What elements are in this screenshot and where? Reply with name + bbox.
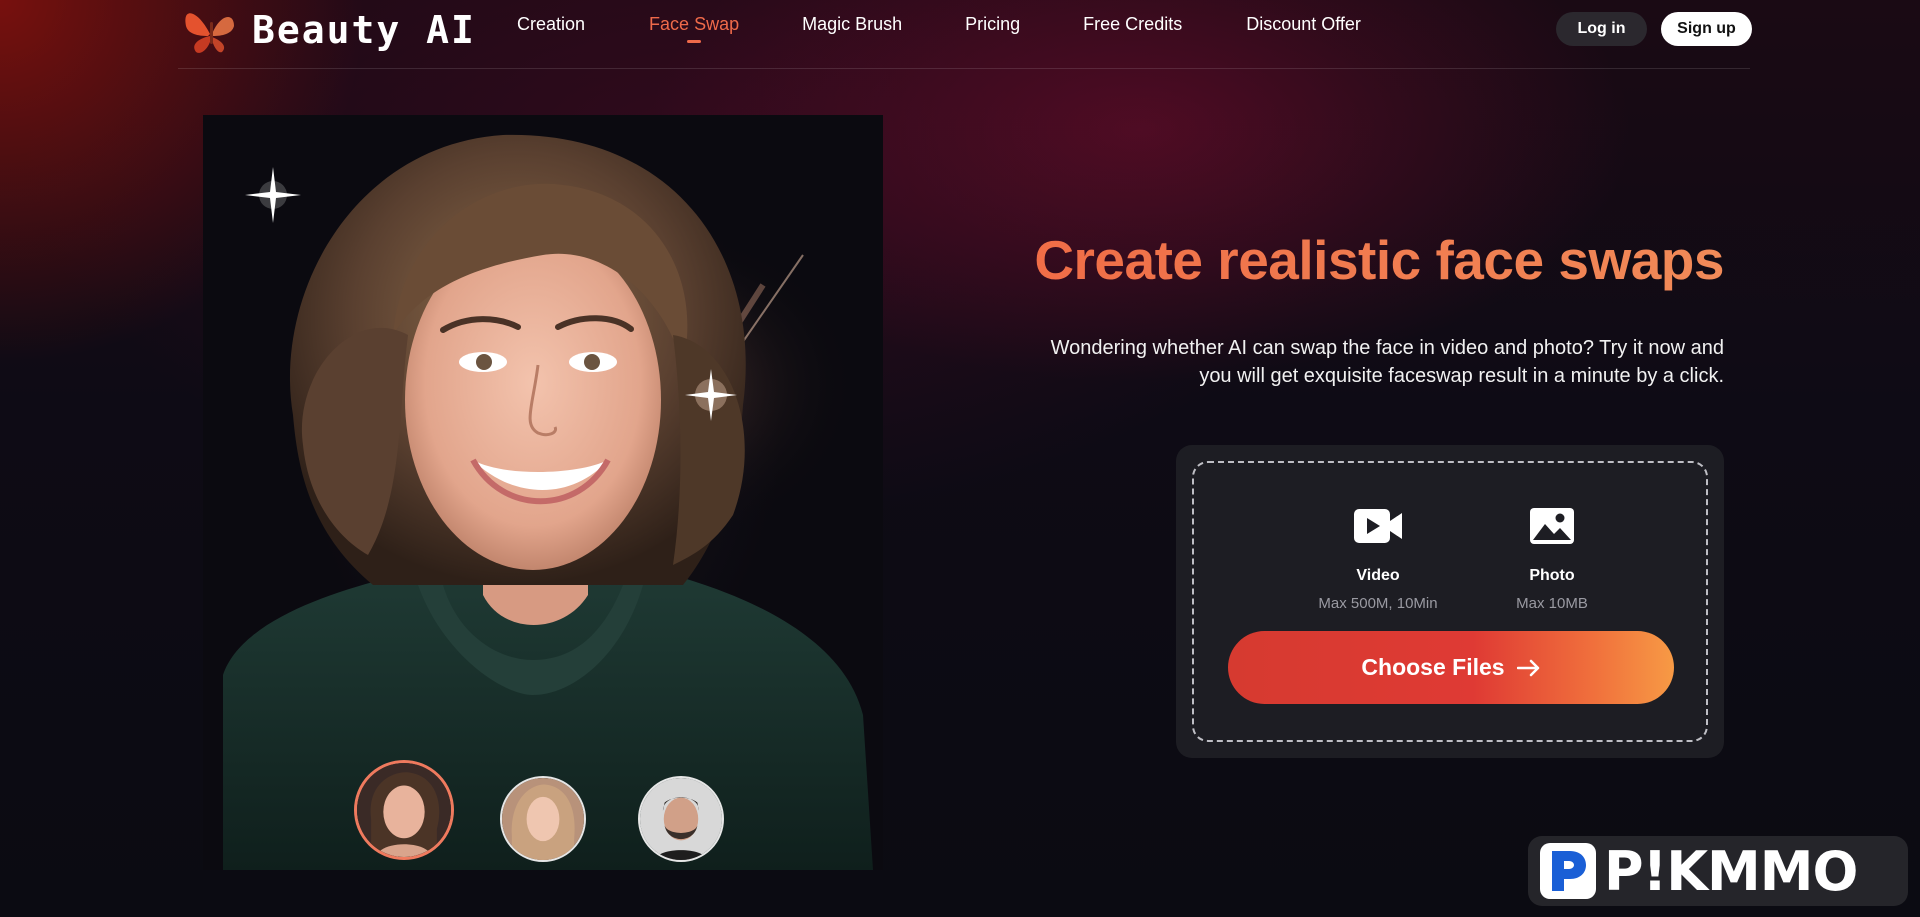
nav-magic-brush[interactable]: Magic Brush [802, 14, 902, 35]
face-avatar-3 [640, 778, 722, 860]
photo-size-limit: Max 10MB [1516, 595, 1588, 612]
face-thumbnail-1[interactable] [354, 760, 454, 860]
photo-option-label: Photo [1529, 567, 1575, 584]
photo-option[interactable]: Photo Max 10MB [1472, 507, 1632, 612]
nav-divider [178, 68, 1750, 69]
nav-face-swap-label: Face Swap [649, 14, 740, 34]
face-thumbnail-2[interactable] [500, 776, 586, 862]
nav-free-credits[interactable]: Free Credits [1083, 14, 1182, 35]
upload-card: Video Max 500M, 10Min Photo Max 10MB Cho… [1176, 445, 1724, 758]
main-menu: Creation Face Swap Magic Brush Pricing F… [517, 14, 1361, 43]
butterfly-logo-icon [185, 13, 234, 53]
hero-description-line-2: you will get exquisite faceswap result i… [1199, 365, 1724, 387]
sparkle-icon [245, 167, 301, 223]
video-size-limit: Max 500M, 10Min [1318, 595, 1438, 612]
top-navigation: Beauty AI Creation Face Swap Magic Brush… [0, 0, 1920, 70]
portrait-illustration [223, 134, 873, 870]
file-dropzone[interactable]: Video Max 500M, 10Min Photo Max 10MB Cho… [1192, 461, 1708, 742]
page-headline: Create realistic face swaps [960, 228, 1724, 292]
signup-button[interactable]: Sign up [1661, 12, 1752, 46]
video-option-label: Video [1356, 567, 1400, 584]
arrow-right-icon [1516, 659, 1539, 676]
p-letter-mark [1552, 851, 1586, 891]
lens-flare-icon [685, 369, 737, 421]
nav-discount-offer[interactable]: Discount Offer [1246, 14, 1361, 35]
choose-files-button[interactable]: Choose Files [1228, 631, 1674, 704]
nav-pricing[interactable]: Pricing [965, 14, 1020, 35]
hero-portrait-image [203, 115, 883, 870]
face-thumbnail-3[interactable] [638, 776, 724, 862]
face-avatar-2 [502, 778, 584, 860]
image-icon [1530, 508, 1574, 544]
nav-creation[interactable]: Creation [517, 14, 585, 35]
face-avatar-1 [357, 763, 451, 857]
p-logo-icon [1540, 843, 1596, 899]
brand-name: Beauty AI [252, 8, 476, 52]
nav-face-swap[interactable]: Face Swap [649, 14, 740, 43]
video-option[interactable]: Video Max 500M, 10Min [1278, 507, 1478, 612]
hero-description: Wondering whether AI can swap the face i… [1020, 334, 1724, 390]
watermark-text: P!KMMO [1604, 839, 1858, 903]
active-indicator [687, 40, 702, 43]
brand-logo[interactable]: Beauty AI [180, 4, 476, 56]
login-button[interactable]: Log in [1556, 12, 1647, 46]
watermark-badge: P!KMMO [1528, 836, 1908, 906]
video-play-icon [1354, 509, 1402, 543]
hero-description-line-1: Wondering whether AI can swap the face i… [1050, 337, 1724, 359]
choose-files-label: Choose Files [1361, 654, 1505, 680]
